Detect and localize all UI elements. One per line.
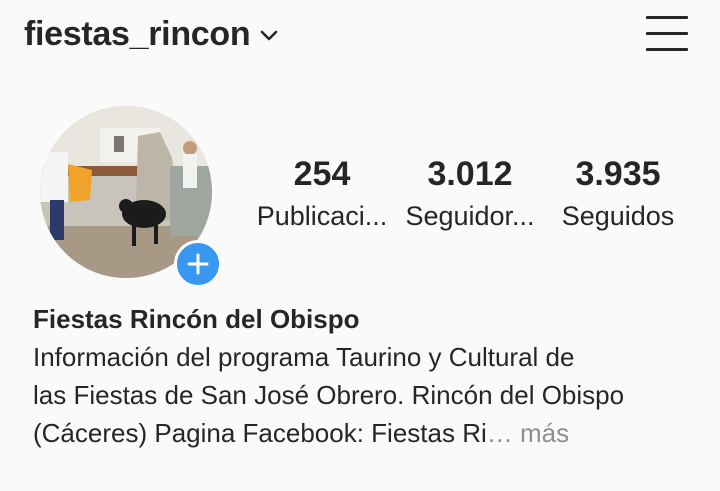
- followers-count: 3.012: [427, 155, 513, 193]
- hamburger-menu-icon[interactable]: [644, 14, 690, 54]
- chevron-down-icon: [260, 30, 278, 42]
- posts-label: Publicaci...: [256, 201, 388, 231]
- profile-bio: Fiestas Rincón del Obispo Información de…: [33, 300, 693, 452]
- account-switcher[interactable]: fiestas_rincon: [24, 12, 278, 56]
- add-story-button[interactable]: [174, 240, 222, 288]
- bio-line: Información del programa Taurino y Cultu…: [33, 342, 575, 372]
- bio-line: las Fiestas de San José Obrero. Rincón d…: [33, 380, 625, 410]
- stat-followers[interactable]: 3.012 Seguidor...: [400, 152, 540, 236]
- display-name: Fiestas Rincón del Obispo: [33, 304, 360, 334]
- posts-count: 254: [293, 155, 351, 193]
- following-count: 3.935: [575, 155, 661, 193]
- bio-line: (Cáceres) Pagina Facebook: Fiestas Ri… m…: [33, 414, 693, 452]
- plus-icon: [187, 253, 209, 275]
- followers-label: Seguidor...: [405, 201, 535, 231]
- stat-following[interactable]: 3.935 Seguidos: [548, 152, 688, 236]
- more-link[interactable]: … más: [487, 418, 569, 448]
- profile-avatar-area: [40, 106, 222, 288]
- bio-line-text: (Cáceres) Pagina Facebook: Fiestas Ri: [33, 418, 487, 448]
- stat-posts[interactable]: 254 Publicaci...: [252, 152, 392, 236]
- following-label: Seguidos: [561, 201, 675, 231]
- top-bar: fiestas_rincon: [0, 0, 720, 72]
- username: fiestas_rincon: [24, 14, 251, 53]
